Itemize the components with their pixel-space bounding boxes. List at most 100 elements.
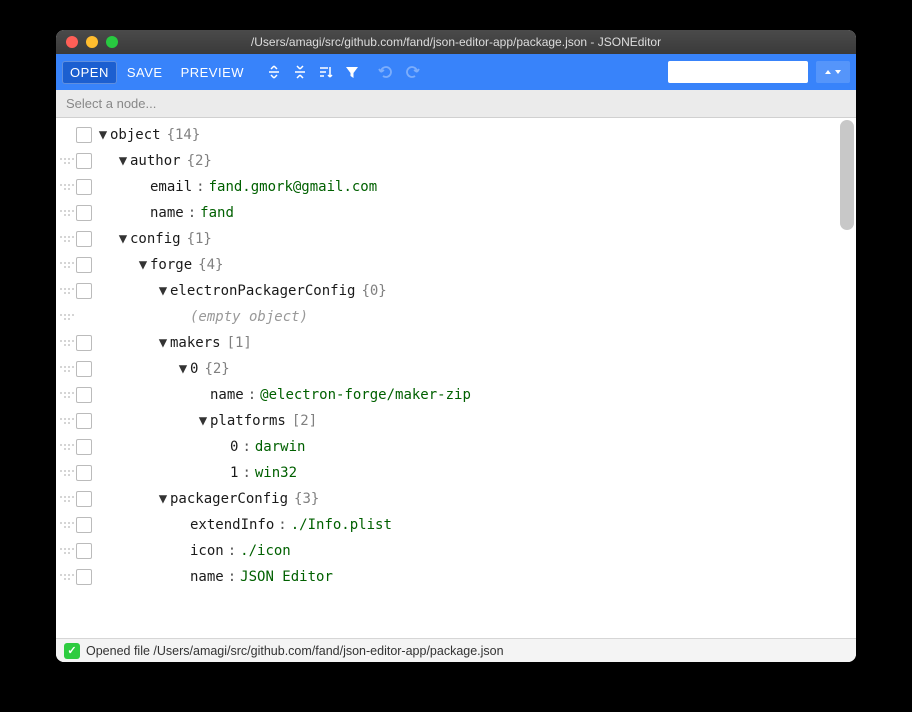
drag-handle-icon[interactable] (60, 541, 74, 561)
tree-row[interactable]: ▶1:win32 (56, 460, 856, 486)
context-menu-button[interactable] (76, 491, 92, 507)
drag-handle-icon[interactable] (60, 411, 74, 431)
node-key[interactable]: icon (190, 543, 224, 559)
context-menu-button[interactable] (76, 465, 92, 481)
caret-down-icon[interactable]: ▼ (156, 335, 170, 351)
context-menu-button[interactable] (76, 569, 92, 585)
context-menu-button[interactable] (76, 231, 92, 247)
drag-handle-icon[interactable] (60, 463, 74, 483)
context-menu-button[interactable] (76, 517, 92, 533)
tree-row[interactable]: ▶0:darwin (56, 434, 856, 460)
tree-row[interactable]: ▶name:JSON Editor (56, 564, 856, 590)
tree-row[interactable]: ▼makers[1] (56, 330, 856, 356)
view-mode-dropdown[interactable] (816, 61, 850, 83)
context-menu-button[interactable] (76, 387, 92, 403)
tree-row[interactable]: ▶extendInfo:./Info.plist (56, 512, 856, 538)
context-menu-button[interactable] (76, 179, 92, 195)
node-key[interactable]: makers (170, 335, 221, 351)
node-key[interactable]: extendInfo (190, 517, 274, 533)
node-value[interactable]: fand.gmork@gmail.com (209, 179, 378, 195)
caret-down-icon[interactable]: ▼ (116, 153, 130, 169)
close-window-button[interactable] (66, 36, 78, 48)
drag-handle-icon[interactable] (60, 151, 74, 171)
caret-down-icon[interactable]: ▼ (96, 127, 110, 143)
context-menu-button[interactable] (76, 543, 92, 559)
caret-down-icon[interactable]: ▼ (176, 361, 190, 377)
context-menu-button[interactable] (76, 335, 92, 351)
expand-all-icon[interactable] (262, 60, 286, 84)
node-key[interactable]: name (190, 569, 224, 585)
caret-down-icon[interactable]: ▼ (116, 231, 130, 247)
drag-handle-icon[interactable] (60, 307, 74, 327)
tree-row[interactable]: ▼0{2} (56, 356, 856, 382)
undo-icon[interactable] (374, 60, 398, 84)
open-button[interactable]: OPEN (62, 61, 117, 84)
context-menu-button[interactable] (76, 283, 92, 299)
node-key[interactable]: platforms (210, 413, 286, 429)
minimize-window-button[interactable] (86, 36, 98, 48)
drag-handle-icon[interactable] (60, 229, 74, 249)
node-key[interactable]: packagerConfig (170, 491, 288, 507)
caret-down-icon[interactable]: ▼ (156, 491, 170, 507)
json-tree[interactable]: ▼object{14}▼author{2}▶email:fand.gmork@g… (56, 118, 856, 638)
tree-row[interactable]: ▼platforms[2] (56, 408, 856, 434)
tree-row[interactable]: ▶email:fand.gmork@gmail.com (56, 174, 856, 200)
node-key[interactable]: name (150, 205, 184, 221)
search-box[interactable] (668, 61, 808, 83)
node-value[interactable]: darwin (255, 439, 306, 455)
drag-handle-icon[interactable] (60, 203, 74, 223)
tree-row[interactable]: ▶name:@electron-forge/maker-zip (56, 382, 856, 408)
drag-handle-icon[interactable] (60, 567, 74, 587)
tree-row[interactable]: ▼config{1} (56, 226, 856, 252)
sort-icon[interactable] (314, 60, 338, 84)
context-menu-button[interactable] (76, 439, 92, 455)
caret-down-icon[interactable]: ▼ (136, 257, 150, 273)
node-value[interactable]: JSON Editor (240, 569, 333, 585)
filter-icon[interactable] (340, 60, 364, 84)
node-key[interactable]: electronPackagerConfig (170, 283, 355, 299)
node-key[interactable]: object (110, 127, 161, 143)
context-menu-button[interactable] (76, 413, 92, 429)
context-menu-button[interactable] (76, 257, 92, 273)
tree-row[interactable]: ▼forge{4} (56, 252, 856, 278)
tree-row[interactable]: ▼author{2} (56, 148, 856, 174)
drag-handle-icon[interactable] (60, 489, 74, 509)
preview-button[interactable]: PREVIEW (173, 61, 252, 84)
caret-down-icon[interactable]: ▼ (156, 283, 170, 299)
node-key[interactable]: config (130, 231, 181, 247)
zoom-window-button[interactable] (106, 36, 118, 48)
node-value[interactable]: win32 (255, 465, 297, 481)
drag-handle-icon[interactable] (60, 359, 74, 379)
node-value[interactable]: ./Info.plist (291, 517, 392, 533)
node-key[interactable]: forge (150, 257, 192, 273)
tree-row[interactable]: ▼packagerConfig{3} (56, 486, 856, 512)
tree-row[interactable]: ▼electronPackagerConfig{0} (56, 278, 856, 304)
node-path-bar[interactable]: Select a node... (56, 90, 856, 118)
drag-handle-icon[interactable] (60, 515, 74, 535)
tree-row[interactable]: ▶name:fand (56, 200, 856, 226)
node-key[interactable]: author (130, 153, 181, 169)
scrollbar-thumb[interactable] (840, 120, 854, 230)
context-menu-button[interactable] (76, 153, 92, 169)
drag-handle-icon[interactable] (60, 437, 74, 457)
redo-icon[interactable] (400, 60, 424, 84)
context-menu-button[interactable] (76, 127, 92, 143)
tree-row[interactable]: ▼object{14} (56, 122, 856, 148)
context-menu-button[interactable] (76, 361, 92, 377)
drag-handle-icon[interactable] (60, 333, 74, 353)
node-value[interactable]: ./icon (240, 543, 291, 559)
node-value[interactable]: fand (200, 205, 234, 221)
tree-row[interactable]: ▶(empty object) (56, 304, 856, 330)
drag-handle-icon[interactable] (60, 177, 74, 197)
node-key[interactable]: 0 (230, 439, 238, 455)
context-menu-button[interactable] (76, 205, 92, 221)
tree-row[interactable]: ▶icon:./icon (56, 538, 856, 564)
node-key[interactable]: 1 (230, 465, 238, 481)
caret-down-icon[interactable]: ▼ (196, 413, 210, 429)
node-key[interactable]: 0 (190, 361, 198, 377)
node-value[interactable]: @electron-forge/maker-zip (260, 387, 471, 403)
drag-handle-icon[interactable] (60, 255, 74, 275)
save-button[interactable]: SAVE (119, 61, 171, 84)
collapse-all-icon[interactable] (288, 60, 312, 84)
search-input[interactable] (678, 64, 837, 80)
